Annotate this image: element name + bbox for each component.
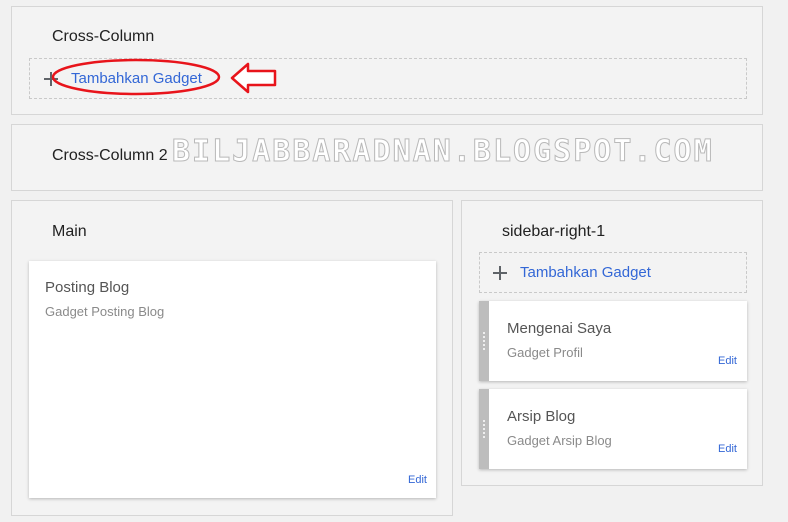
add-gadget-label[interactable]: Tambahkan Gadget [520,264,651,281]
sidebar-title: sidebar-right-1 [502,223,606,240]
annotation-arrow-icon [230,62,277,94]
watermark-text: BILJABBARADNAN.BLOGSPOT.COM [172,134,714,170]
card-title: Mengenai Saya [507,320,612,337]
main-section: Main Posting Blog Gadget Posting Blog Ed… [11,200,453,516]
arsip-blog-card[interactable]: Arsip Blog Gadget Arsip Blog Edit [479,389,747,469]
mengenai-saya-card[interactable]: Mengenai Saya Gadget Profil Edit [479,301,747,381]
main-title: Main [52,223,87,240]
card-title: Arsip Blog [507,408,576,425]
add-gadget-button[interactable]: Tambahkan Gadget [479,252,747,293]
edit-link[interactable]: Edit [718,355,737,367]
card-subtitle: Gadget Arsip Blog [507,433,612,448]
edit-link[interactable]: Edit [718,443,737,455]
card-subtitle: Gadget Profil [507,345,583,360]
sidebar-right-section: sidebar-right-1 Tambahkan Gadget Mengena… [461,200,763,486]
cross-column-2-title: Cross-Column 2 [52,147,168,164]
annotation-ellipse [51,58,221,96]
card-title: Posting Blog [45,279,130,296]
plus-icon [493,265,507,280]
drag-handle-icon[interactable] [479,301,489,381]
posting-blog-card[interactable]: Posting Blog Gadget Posting Blog Edit [29,261,436,498]
drag-handle-icon[interactable] [479,389,489,469]
card-subtitle: Gadget Posting Blog [45,304,165,319]
cross-column-title: Cross-Column [52,28,155,45]
edit-link[interactable]: Edit [408,474,427,486]
annotation-highlight [51,58,277,96]
